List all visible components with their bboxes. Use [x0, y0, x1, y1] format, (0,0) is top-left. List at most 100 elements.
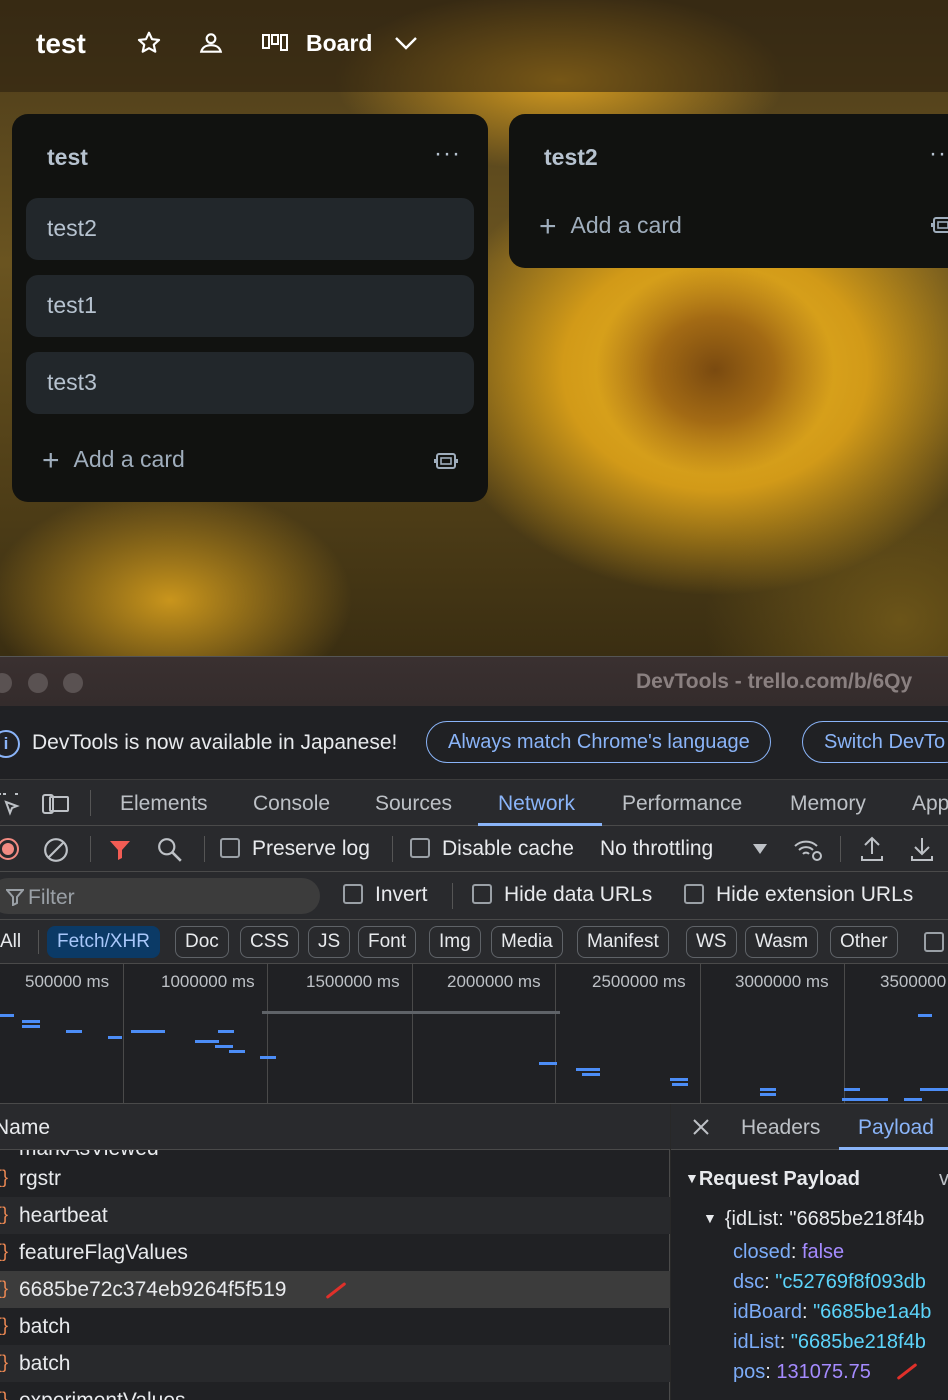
tab-network[interactable]: Network [498, 792, 575, 816]
chevron-down-icon[interactable] [394, 34, 418, 57]
board-title[interactable]: test [36, 28, 86, 60]
tab-application[interactable]: App [912, 792, 948, 816]
type-filter-fetch-xhr[interactable]: Fetch/XHR [47, 926, 160, 958]
card-template-icon[interactable] [434, 450, 458, 477]
field-value: "6685be218f4b [790, 1331, 926, 1353]
type-filter-ws[interactable]: WS [686, 926, 737, 958]
table-row[interactable]: {} heartbeat [0, 1197, 670, 1234]
list-title[interactable]: test2 [544, 144, 598, 171]
table-row[interactable]: markAsViewed [0, 1150, 670, 1160]
type-filter-other[interactable]: Other [830, 926, 898, 958]
import-har-icon[interactable] [860, 836, 884, 867]
timeline-bar [215, 1045, 233, 1048]
star-icon[interactable] [136, 30, 162, 61]
timeline-bar [760, 1088, 776, 1091]
checkbox[interactable] [410, 838, 430, 858]
network-overview-timeline[interactable]: 500000 ms 1000000 ms 1500000 ms 2000000 … [0, 964, 948, 1104]
checkbox[interactable] [472, 884, 492, 904]
timeline-bar [108, 1036, 122, 1039]
payload-field: closed: false [733, 1241, 845, 1263]
payload-object-summary[interactable]: ▼ {idList: "6685be218f4b [703, 1208, 924, 1231]
export-har-icon[interactable] [910, 836, 934, 867]
name-column-label: Name [0, 1116, 51, 1139]
view-source-link[interactable]: v [939, 1168, 948, 1191]
xhr-icon: {} [0, 1241, 9, 1261]
tab-headers[interactable]: Headers [741, 1116, 820, 1140]
add-card-button[interactable]: + Add a card [42, 444, 185, 478]
timeline-bar [576, 1068, 600, 1071]
timeline-gridline [844, 964, 845, 1104]
invert-checkbox[interactable]: Invert [343, 883, 428, 907]
timeline-selection-range[interactable] [262, 1011, 560, 1014]
filter-input[interactable]: Filter [0, 878, 320, 914]
tab-memory[interactable]: Memory [790, 792, 866, 816]
clear-icon[interactable] [43, 837, 69, 868]
board-view-switcher[interactable]: Board [306, 30, 372, 57]
field-value: "6685be1a4b [813, 1301, 932, 1323]
list-title[interactable]: test [47, 144, 88, 171]
card[interactable]: test3 [26, 352, 474, 414]
type-filter-media[interactable]: Media [491, 926, 563, 958]
card[interactable]: test1 [26, 275, 474, 337]
tab-console[interactable]: Console [253, 792, 330, 816]
workspace-visibility-icon[interactable] [198, 30, 224, 61]
table-row[interactable]: {} featureFlagValues [0, 1234, 670, 1271]
network-conditions-icon[interactable] [792, 837, 824, 868]
table-row[interactable]: {} rgstr [0, 1160, 670, 1197]
minimize-window-button[interactable] [28, 673, 48, 693]
type-filter-font[interactable]: Font [358, 926, 417, 958]
blocked-requests-checkbox[interactable] [924, 932, 944, 952]
always-match-language-button[interactable]: Always match Chrome's language [426, 721, 771, 763]
zoom-window-button[interactable] [63, 673, 83, 693]
type-filter-css[interactable]: CSS [240, 926, 300, 958]
xhr-icon: {} [0, 1167, 9, 1187]
timeline-bar [920, 1088, 948, 1091]
type-filter-js[interactable]: JS [308, 926, 351, 958]
card-template-icon[interactable] [931, 214, 948, 241]
tab-sources[interactable]: Sources [375, 792, 452, 816]
timeline-bar [218, 1030, 234, 1033]
hide-extension-urls-checkbox[interactable]: Hide extension URLs [684, 883, 913, 907]
hide-data-urls-checkbox[interactable]: Hide data URLs [472, 883, 652, 907]
tab-payload[interactable]: Payload [858, 1116, 934, 1140]
checkbox[interactable] [684, 884, 704, 904]
dropdown-arrow-icon[interactable] [752, 842, 768, 860]
filter-funnel-icon[interactable] [108, 838, 132, 867]
table-row[interactable]: {} batch [0, 1345, 670, 1382]
name-column-header[interactable]: Name [0, 1104, 670, 1150]
switch-devtools-language-button[interactable]: Switch DevTo [802, 721, 948, 763]
add-card-button[interactable]: + Add a card [539, 210, 682, 244]
timeline-bar [0, 1014, 14, 1017]
list-menu-icon[interactable]: ··· [434, 140, 461, 168]
separator [38, 930, 39, 954]
tab-elements[interactable]: Elements [120, 792, 208, 816]
trello-board-area: test Board test ··· test2 test1 test3 + A… [0, 0, 948, 656]
field-value: "c52769f8f093db [775, 1271, 926, 1293]
filter-icon [4, 888, 26, 911]
close-window-button[interactable] [0, 673, 12, 693]
checkbox[interactable] [343, 884, 363, 904]
table-row[interactable]: {} experimentValues [0, 1382, 670, 1400]
type-filter-manifest[interactable]: Manifest [577, 926, 669, 958]
close-icon[interactable] [691, 1117, 711, 1142]
search-icon[interactable] [157, 837, 183, 868]
type-filter-img[interactable]: Img [429, 926, 481, 958]
table-row[interactable]: {} batch [0, 1308, 670, 1345]
preserve-log-checkbox[interactable]: Preserve log [220, 837, 370, 861]
throttling-select[interactable]: No throttling [600, 837, 713, 861]
type-filter-wasm[interactable]: Wasm [745, 926, 819, 958]
inspect-element-icon[interactable] [0, 792, 20, 821]
record-stop-icon[interactable] [0, 837, 20, 866]
tab-performance[interactable]: Performance [622, 792, 742, 816]
type-filter-all[interactable]: All [0, 926, 31, 958]
disable-cache-checkbox[interactable]: Disable cache [410, 837, 574, 861]
request-name: batch [19, 1352, 71, 1375]
resource-type-filter-bar: All Fetch/XHR Doc CSS JS Font Img Media … [0, 920, 948, 964]
request-payload-section[interactable]: ▼Request Payload [685, 1168, 860, 1191]
device-toolbar-icon[interactable] [42, 792, 70, 821]
list-menu-icon[interactable]: ·· [929, 140, 947, 168]
card[interactable]: test2 [26, 198, 474, 260]
checkbox[interactable] [220, 838, 240, 858]
table-row-selected[interactable]: {} 6685be72c374eb9264f5f519 [0, 1271, 670, 1308]
type-filter-doc[interactable]: Doc [175, 926, 229, 958]
